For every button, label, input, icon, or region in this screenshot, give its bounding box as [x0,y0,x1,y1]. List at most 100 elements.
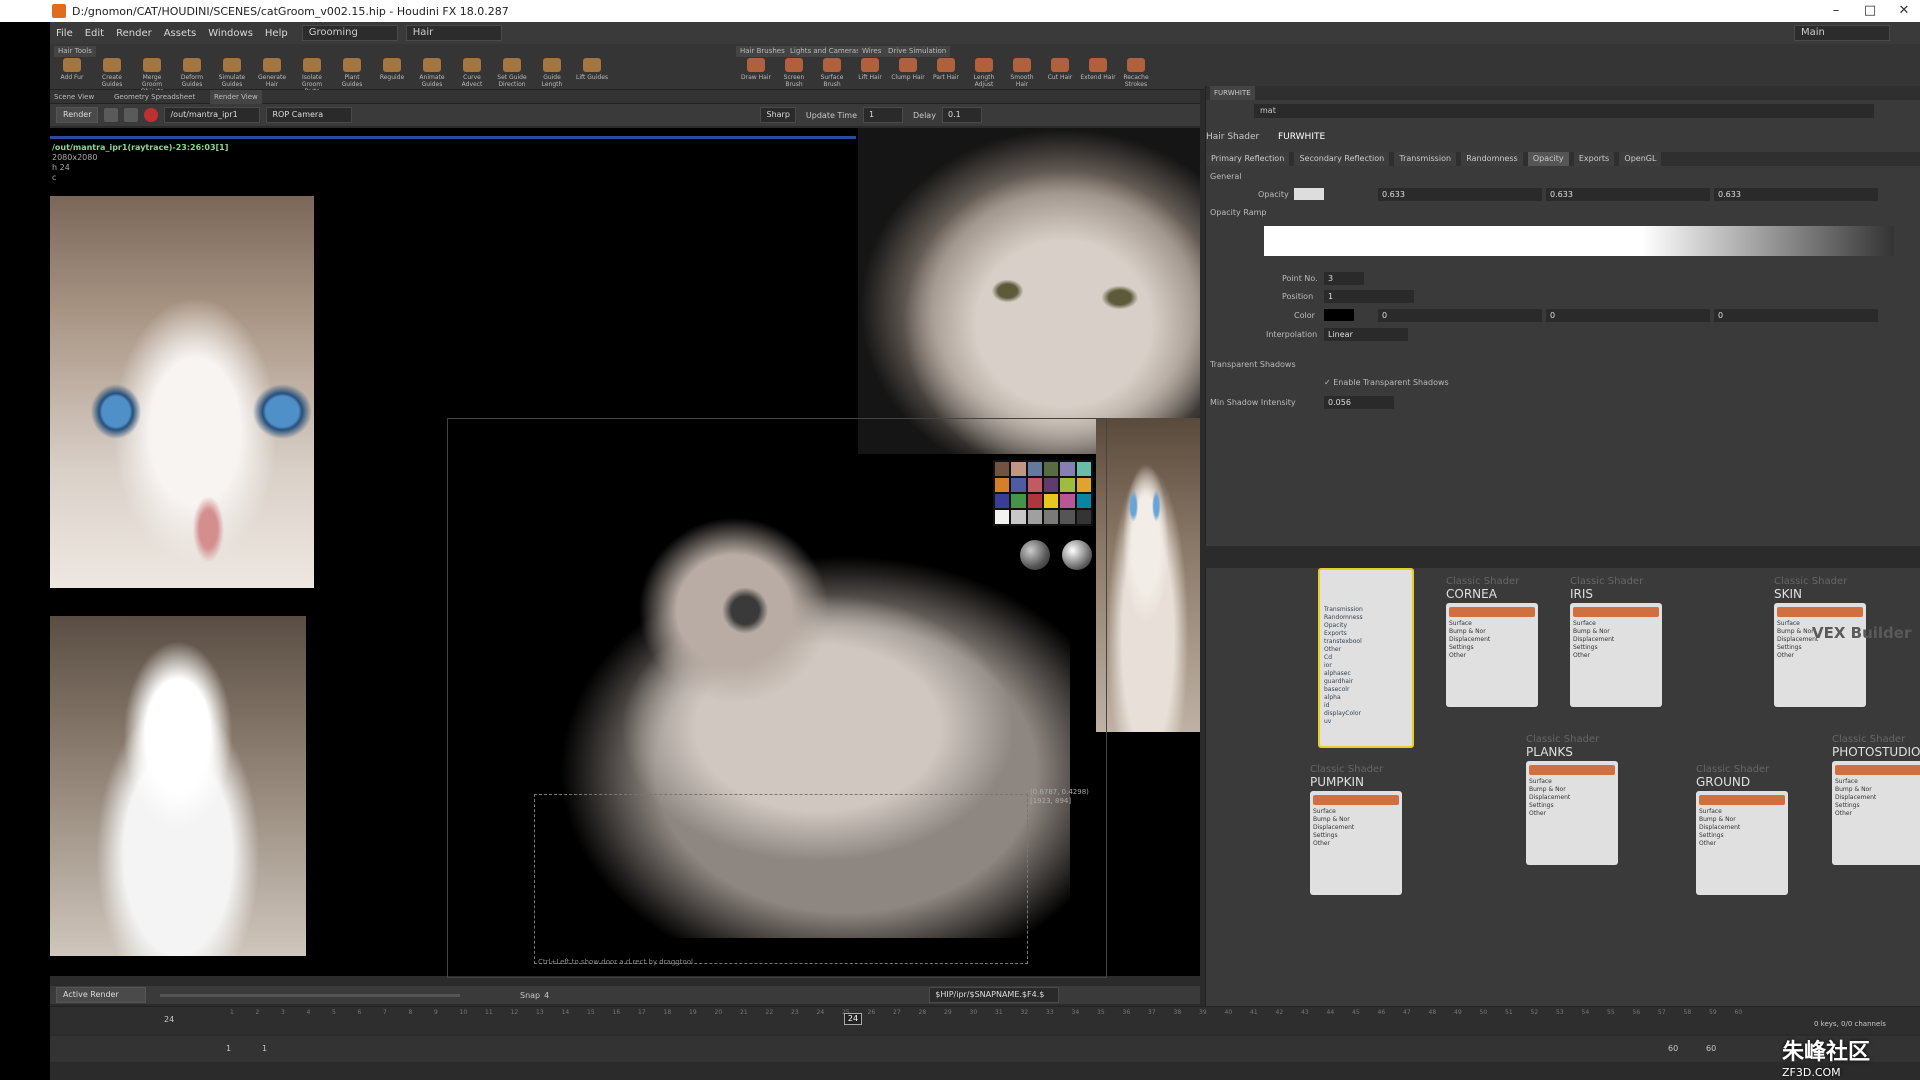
node-port[interactable]: guardhair [1324,678,1408,686]
ramp-color-g[interactable]: 0 [1546,309,1710,322]
node-port[interactable]: Surface [1573,620,1659,628]
tab-geometry-spreadsheet[interactable]: Geometry Spreadsheet [110,90,199,104]
timeline[interactable]: 1 2 3 4 5 6 7 8 9 10 11 12 13 14 15 16 17 18 19 20 21 22 23 24 2… [50,1006,1920,1034]
minimize-icon[interactable]: – [1818,0,1854,22]
node-port[interactable]: transtexbool [1324,638,1408,646]
shelf-tool[interactable]: Deform Guides [174,58,210,88]
playhead-frame[interactable]: 24 [844,1013,862,1025]
shelf-tab-hair-brushes[interactable]: Hair Brushes [736,46,789,57]
shelf-tab-hair-tools[interactable]: Hair Tools [54,46,96,57]
ramp-color-b[interactable]: 0 [1714,309,1878,322]
node-port[interactable]: Displacement [1449,636,1535,644]
shelf-tool[interactable]: Set Guide Direction [494,58,530,88]
node-port[interactable]: Other [1777,652,1863,660]
node-port[interactable]: alphasec [1324,670,1408,678]
ramp-color-r[interactable]: 0 [1378,309,1542,322]
node-port[interactable]: Bump & Nor [1313,816,1399,824]
menu-edit[interactable]: Edit [79,28,110,39]
shelf-brush-tool[interactable]: Surface Brush [814,58,850,88]
close-icon[interactable]: ✕ [1886,0,1920,22]
menu-assets[interactable]: Assets [158,28,203,39]
node-port[interactable]: Settings [1573,644,1659,652]
node-body[interactable]: Surface Bump & Nor Displacement Settings Oth… [1696,791,1788,895]
range-start[interactable]: 1 [226,1044,231,1053]
shelf-tool[interactable]: Reguide [374,58,410,81]
node-body[interactable]: Surface Bump & Nor Displacement Settings Oth… [1570,603,1662,707]
node-port[interactable]: Other [1835,810,1920,818]
node-port[interactable]: uv [1324,718,1408,726]
menu-help[interactable]: Help [259,28,294,39]
node-port[interactable]: Settings [1777,644,1863,652]
node-port[interactable]: Other [1529,810,1615,818]
opacity-r[interactable]: 0.633 [1378,188,1542,201]
node-port[interactable]: Settings [1835,802,1920,810]
node-port[interactable]: Bump & Nor [1835,786,1920,794]
point-no-field[interactable]: 3 [1324,272,1364,285]
rop-select[interactable]: /out/mantra_ipr1 [164,107,261,123]
tab-render-view[interactable]: Render View [210,90,262,104]
node-body[interactable]: Surface Bump & Nor Displacement Settings Oth… [1526,761,1618,865]
pause-icon[interactable] [124,108,139,122]
node-body[interactable]: Surface Bump & Nor Displacement Settings Oth… [1832,761,1920,865]
opacity-ramp[interactable] [1264,226,1894,256]
current-frame-field[interactable]: 24 [164,1015,174,1024]
node-port[interactable]: Displacement [1699,824,1785,832]
opacity-swatch[interactable] [1294,188,1324,200]
node-port[interactable]: ior [1324,662,1408,670]
camera-select[interactable]: ROP Camera [266,107,353,123]
node-port[interactable]: Settings [1699,832,1785,840]
sharp-select[interactable]: Sharp [760,107,796,123]
selected-hair-shader-node[interactable]: Transmission Randomness Opacity Exports tran… [1318,568,1414,748]
node-port[interactable]: Displacement [1835,794,1920,802]
active-render-select[interactable]: Active Render [56,987,146,1003]
shader-node[interactable]: Classic Shader PHOTOSTUDIO Surface Bump & N… [1832,734,1920,865]
node-port[interactable]: Displacement [1573,636,1659,644]
node-port[interactable]: Exports [1324,630,1408,638]
shelf-tool[interactable]: Add Fur [54,58,90,81]
shelf-brush-tool[interactable]: Clump Hair [890,58,926,81]
opacity-b[interactable]: 0.633 [1714,188,1878,201]
menu-file[interactable]: File [50,28,79,39]
context-select[interactable]: Hair [405,25,502,41]
shader-node[interactable]: Classic Shader IRIS Surface Bump & Nor Displ… [1570,576,1662,707]
range-end-2[interactable]: 60 [1706,1044,1716,1053]
range-start-2[interactable]: 1 [262,1044,267,1053]
workspace-select[interactable]: Main [1794,25,1890,41]
snapshot-path-field[interactable]: $HIP/ipr/$SNAPNAME.$F4.$ [929,987,1060,1003]
node-port[interactable]: Surface [1529,778,1615,786]
enable-transparent-shadows[interactable]: ✓ Enable Transparent Shadows [1324,378,1449,394]
shelf-tool[interactable]: Guide Length [534,58,570,88]
node-port[interactable]: Other [1324,646,1408,654]
tab-opacity[interactable]: Opacity [1527,152,1569,166]
node-path-field[interactable]: mat [1254,104,1874,118]
node-port[interactable]: Opacity [1324,622,1408,630]
node-port[interactable]: Settings [1449,644,1535,652]
shelf-brush-tool[interactable]: Recache Strokes [1118,58,1154,88]
shelf-tab-drive-sim[interactable]: Drive Simulation [884,46,951,57]
node-port[interactable]: Displacement [1529,794,1615,802]
tab-exports[interactable]: Exports [1573,152,1615,166]
interpolation-select[interactable]: Linear [1324,328,1408,341]
tab-transmission[interactable]: Transmission [1394,152,1457,166]
node-port[interactable]: Randomness [1324,614,1408,622]
node-port[interactable]: Bump & Nor [1449,628,1535,636]
snap-value[interactable]: 4 [544,991,549,1000]
node-port[interactable]: Other [1573,652,1659,660]
shelf-brush-tool[interactable]: Part Hair [928,58,964,81]
snapshot-slider[interactable] [160,993,460,997]
min-shadow-field[interactable]: 0.056 [1324,396,1394,409]
shader-node[interactable]: Classic Shader CORNEA Surface Bump & Nor Dis… [1446,576,1538,707]
maximize-icon[interactable]: □ [1852,0,1888,22]
node-port[interactable]: Surface [1449,620,1535,628]
shelf-tool[interactable]: Create Guides [94,58,130,88]
shelf-tool[interactable]: Plant Guides [334,58,370,88]
node-port[interactable]: Other [1699,840,1785,848]
crop-region-box[interactable] [534,794,1028,964]
node-port[interactable]: alpha [1324,694,1408,702]
node-port[interactable]: Bump & Nor [1573,628,1659,636]
shelf-brush-tool[interactable]: Length Adjust [966,58,1002,88]
node-port[interactable]: displayColor [1324,710,1408,718]
node-port[interactable]: id [1324,702,1408,710]
shelf-brush-tool[interactable]: Extend Hair [1080,58,1116,81]
node-port[interactable]: Settings [1313,832,1399,840]
